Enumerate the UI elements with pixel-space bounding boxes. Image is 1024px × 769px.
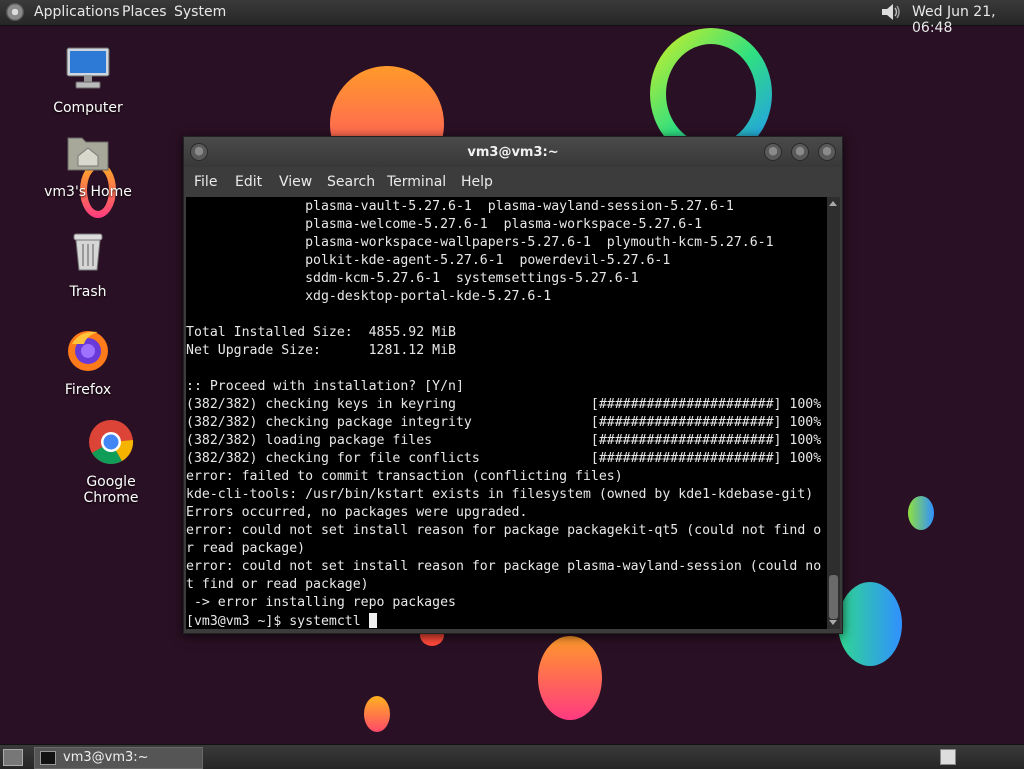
taskbar-terminal-button[interactable]: vm3@vm3:~ — [34, 747, 203, 769]
terminal-output[interactable]: plasma-vault-5.27.6-1 plasma-wayland-ses… — [186, 197, 827, 629]
firefox-icon — [68, 331, 108, 371]
wallpaper-small-orb — [908, 496, 934, 530]
terminal-scrollbar[interactable] — [827, 197, 840, 629]
terminal-line: Net Upgrade Size: 1281.12 MiB — [186, 343, 456, 358]
terminal-menubar: File Edit View Search Terminal Help — [184, 169, 842, 195]
desktop-icon-label: Firefox — [64, 382, 112, 398]
terminal-line: error: could not set install reason for … — [186, 523, 822, 538]
gnome-foot-icon[interactable] — [6, 3, 24, 21]
volume-icon[interactable] — [880, 3, 902, 21]
scrollbar-thumb[interactable] — [829, 575, 838, 619]
desktop-icon-label: Google Chrome — [83, 474, 139, 506]
menu-edit[interactable]: Edit — [235, 174, 262, 190]
terminal-line: xdg-desktop-portal-kde-5.27.6-1 — [186, 289, 552, 304]
trash-icon — [73, 233, 103, 271]
menu-search[interactable]: Search — [327, 174, 375, 190]
terminal-line: kde-cli-tools: /usr/bin/kstart exists in… — [186, 487, 814, 502]
terminal-line: :: Proceed with installation? [Y/n] — [186, 379, 464, 394]
wallpaper-tiny-orb — [364, 696, 390, 732]
desktop-icon-firefox[interactable]: Firefox — [38, 326, 138, 398]
close-button[interactable] — [818, 143, 836, 161]
system-menu[interactable]: System — [174, 4, 226, 20]
terminal-line: t find or read package) — [186, 577, 369, 592]
taskbar-label: vm3@vm3:~ — [63, 750, 149, 765]
desktop-icon-trash[interactable]: Trash — [38, 228, 138, 300]
desktop-icon-chrome[interactable]: Google Chrome — [60, 418, 162, 506]
bottom-panel: vm3@vm3:~ — [0, 744, 1024, 769]
top-panel: Applications Places System Wed Jun 21, 0… — [0, 0, 1024, 36]
terminal-window[interactable]: vm3@vm3:~ File Edit View Search Terminal… — [183, 136, 843, 634]
scroll-down-arrow-icon[interactable] — [829, 620, 837, 625]
desktop-icon-label: Computer — [53, 100, 123, 116]
terminal-lines: plasma-vault-5.27.6-1 plasma-wayland-ses… — [186, 197, 827, 612]
menu-terminal[interactable]: Terminal — [387, 174, 446, 190]
terminal-line: (382/382) checking package integrity [##… — [186, 415, 822, 430]
workspace-switcher[interactable] — [940, 749, 956, 765]
computer-icon — [66, 47, 110, 89]
terminal-line: plasma-vault-5.27.6-1 plasma-wayland-ses… — [186, 199, 734, 214]
terminal-line: (382/382) checking keys in keyring [####… — [186, 397, 822, 412]
places-menu[interactable]: Places — [122, 4, 167, 20]
terminal-icon — [40, 751, 56, 765]
terminal-line: polkit-kde-agent-5.27.6-1 powerdevil-5.2… — [186, 253, 671, 268]
applications-menu[interactable]: Applications — [34, 4, 120, 20]
desktop-icon-label: vm3's Home — [44, 184, 132, 200]
menu-file[interactable]: File — [194, 174, 217, 190]
desktop-icon-label: Trash — [69, 284, 107, 300]
terminal-line: Errors occurred, no packages were upgrad… — [186, 505, 528, 520]
terminal-line: -> error installing repo packages — [186, 595, 456, 610]
show-desktop-icon[interactable] — [3, 749, 23, 766]
terminal-line: plasma-workspace-wallpapers-5.27.6-1 ply… — [186, 235, 774, 250]
wallpaper-pink-orb — [538, 636, 602, 720]
window-title: vm3@vm3:~ — [467, 145, 559, 160]
minimize-button[interactable] — [764, 143, 782, 161]
terminal-line: error: failed to commit transaction (con… — [186, 469, 623, 484]
terminal-line: r read package) — [186, 541, 306, 556]
maximize-button[interactable] — [791, 143, 809, 161]
home-folder-icon — [67, 137, 109, 171]
menu-help[interactable]: Help — [461, 174, 493, 190]
terminal-cursor — [368, 613, 377, 628]
desktop-icon-home[interactable]: vm3's Home — [38, 128, 138, 200]
desktop-icon-computer[interactable]: Computer — [38, 44, 138, 116]
terminal-line: (382/382) loading package files [#######… — [186, 433, 822, 448]
terminal-line: Total Installed Size: 4855.92 MiB — [186, 325, 456, 340]
scroll-up-arrow-icon[interactable] — [829, 201, 837, 206]
clock[interactable]: Wed Jun 21, 06:48 — [912, 4, 1024, 36]
terminal-line: sddm-kcm-5.27.6-1 systemsettings-5.27.6-… — [186, 271, 639, 286]
terminal-line: (382/382) checking for file conflicts [#… — [186, 451, 822, 466]
wallpaper-blue-orb — [838, 582, 902, 666]
terminal-prompt: [vm3@vm3 ~]$ systemctl — [186, 614, 369, 629]
menu-view[interactable]: View — [279, 174, 312, 190]
terminal-titlebar[interactable]: vm3@vm3:~ — [184, 137, 842, 167]
terminal-line: error: could not set install reason for … — [186, 559, 822, 574]
chrome-icon — [89, 420, 134, 464]
terminal-prompt-line[interactable]: [vm3@vm3 ~]$ systemctl — [186, 612, 827, 629]
terminal-line: plasma-welcome-5.27.6-1 plasma-workspace… — [186, 217, 703, 232]
